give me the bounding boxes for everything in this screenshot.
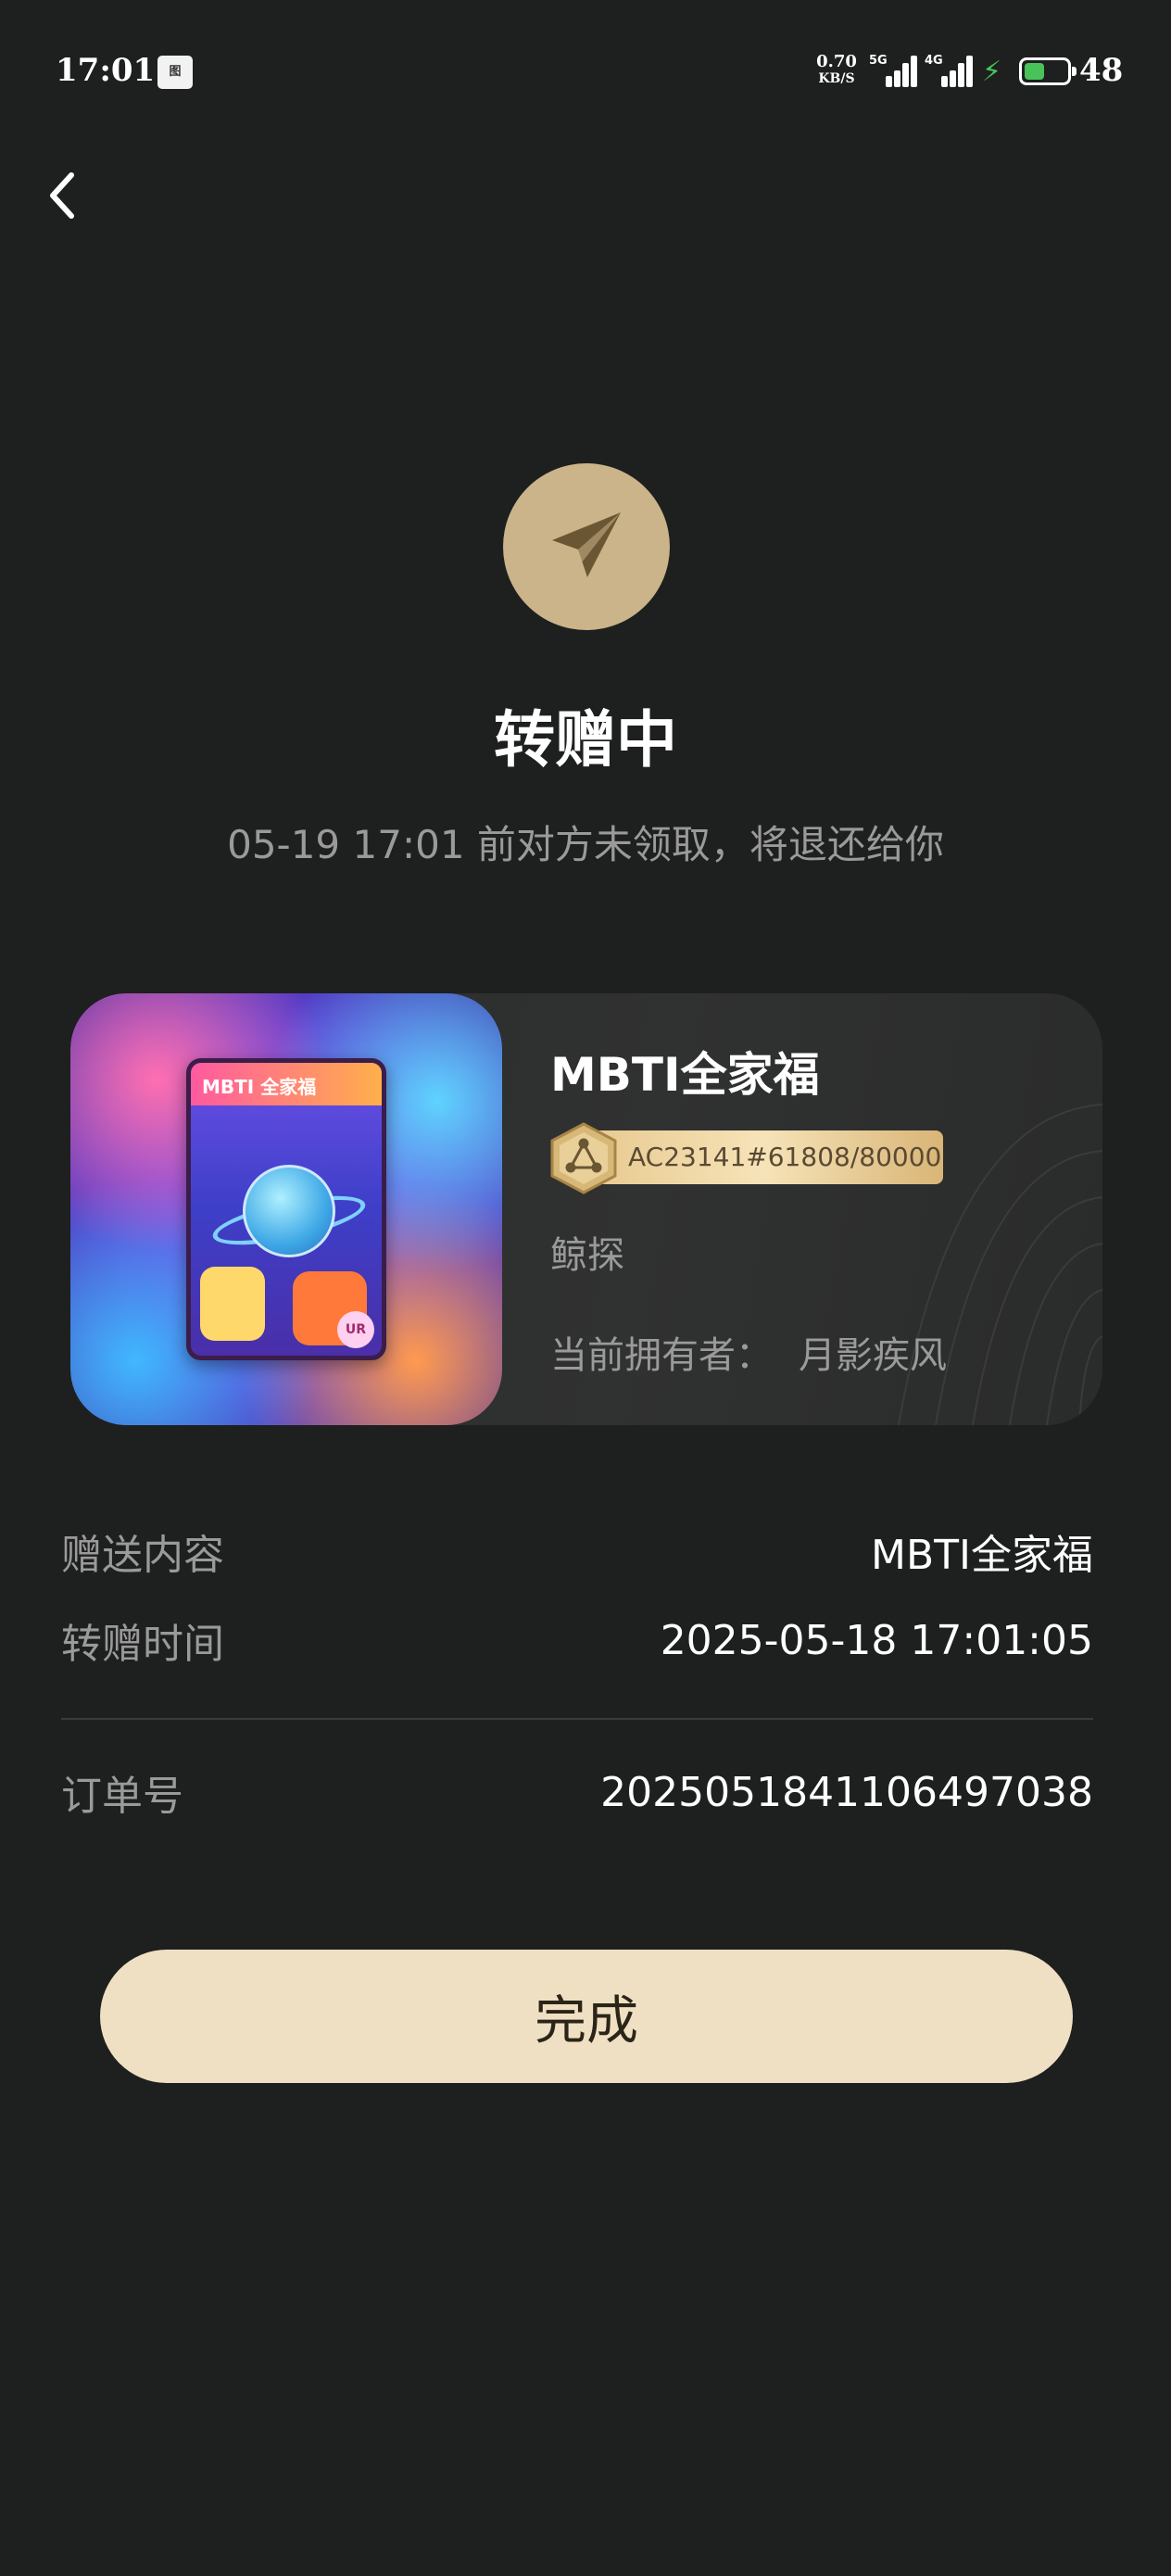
gift-content-row: 赠送内容 MBTI全家福 — [61, 1523, 1093, 1579]
transfer-time-label: 转赠时间 — [61, 1621, 224, 1668]
artwork-planet — [243, 1165, 335, 1257]
signal-5g-label: 5G — [869, 54, 888, 68]
rarity-badge: UR — [337, 1311, 374, 1348]
artwork-character — [200, 1267, 265, 1341]
status-bar: 17:01 图 0.70 KB/S 5G 4G ⚡ 48 — [0, 0, 1171, 139]
gift-content-label: 赠送内容 — [61, 1532, 224, 1579]
serial-number: AC23141#61808/80000 — [584, 1130, 943, 1184]
battery-icon — [1019, 57, 1077, 85]
signal-5g-icon: 5G — [869, 54, 917, 87]
network-speed-unit: KB/S — [818, 71, 855, 86]
network-speed-value: 0.70 — [816, 52, 857, 71]
order-number-value: 2025051841106497038 — [600, 1768, 1093, 1816]
charging-icon: ⚡ — [982, 56, 1002, 88]
back-button[interactable] — [33, 163, 89, 228]
transfer-status-page: 17:01 图 0.70 KB/S 5G 4G ⚡ 48 转赠中 05-19 1… — [0, 0, 1171, 2576]
current-owner: 当前拥有者： 月影疾风 — [550, 1325, 947, 1379]
signal-4g-icon: 4G — [925, 54, 973, 87]
order-number-row: 订单号 2025051841106497038 — [61, 1764, 1093, 1821]
transfer-time-value: 2025-05-18 17:01:05 — [660, 1616, 1093, 1664]
transfer-status-icon — [503, 463, 670, 630]
owner-label: 当前拥有者： — [550, 1334, 773, 1377]
gift-content-value: MBTI全家福 — [870, 1532, 1093, 1579]
owner-name: 月影疾风 — [799, 1334, 947, 1377]
paper-plane-icon — [552, 512, 621, 577]
collectible-name: MBTI全家福 — [550, 1048, 820, 1102]
chevron-left-icon — [50, 172, 74, 219]
done-button[interactable]: 完成 — [100, 1950, 1073, 2083]
transfer-time-row: 转赠时间 2025-05-18 17:01:05 — [61, 1612, 1093, 1669]
battery-level: 48 — [1079, 52, 1124, 89]
notification-app-icon: 图 — [157, 56, 193, 89]
signal-4g-label: 4G — [925, 54, 943, 68]
battery-fill — [1025, 63, 1044, 80]
network-speed: 0.70 KB/S — [813, 54, 860, 87]
page-title: 转赠中 — [494, 704, 677, 776]
expiry-notice: 05-19 17:01 前对方未领取，将退还给你 — [227, 822, 944, 867]
artwork-title: MBTI 全家福 — [191, 1063, 382, 1105]
collectible-artwork: MBTI 全家福 UR — [186, 1058, 386, 1360]
creator-name: 鲸探 — [550, 1234, 624, 1277]
order-number-label: 订单号 — [61, 1773, 183, 1820]
divider — [61, 1718, 1093, 1720]
collectible-image[interactable]: MBTI 全家福 UR — [70, 993, 502, 1425]
blockchain-hex-icon — [550, 1122, 617, 1194]
status-time: 17:01 — [56, 52, 156, 89]
